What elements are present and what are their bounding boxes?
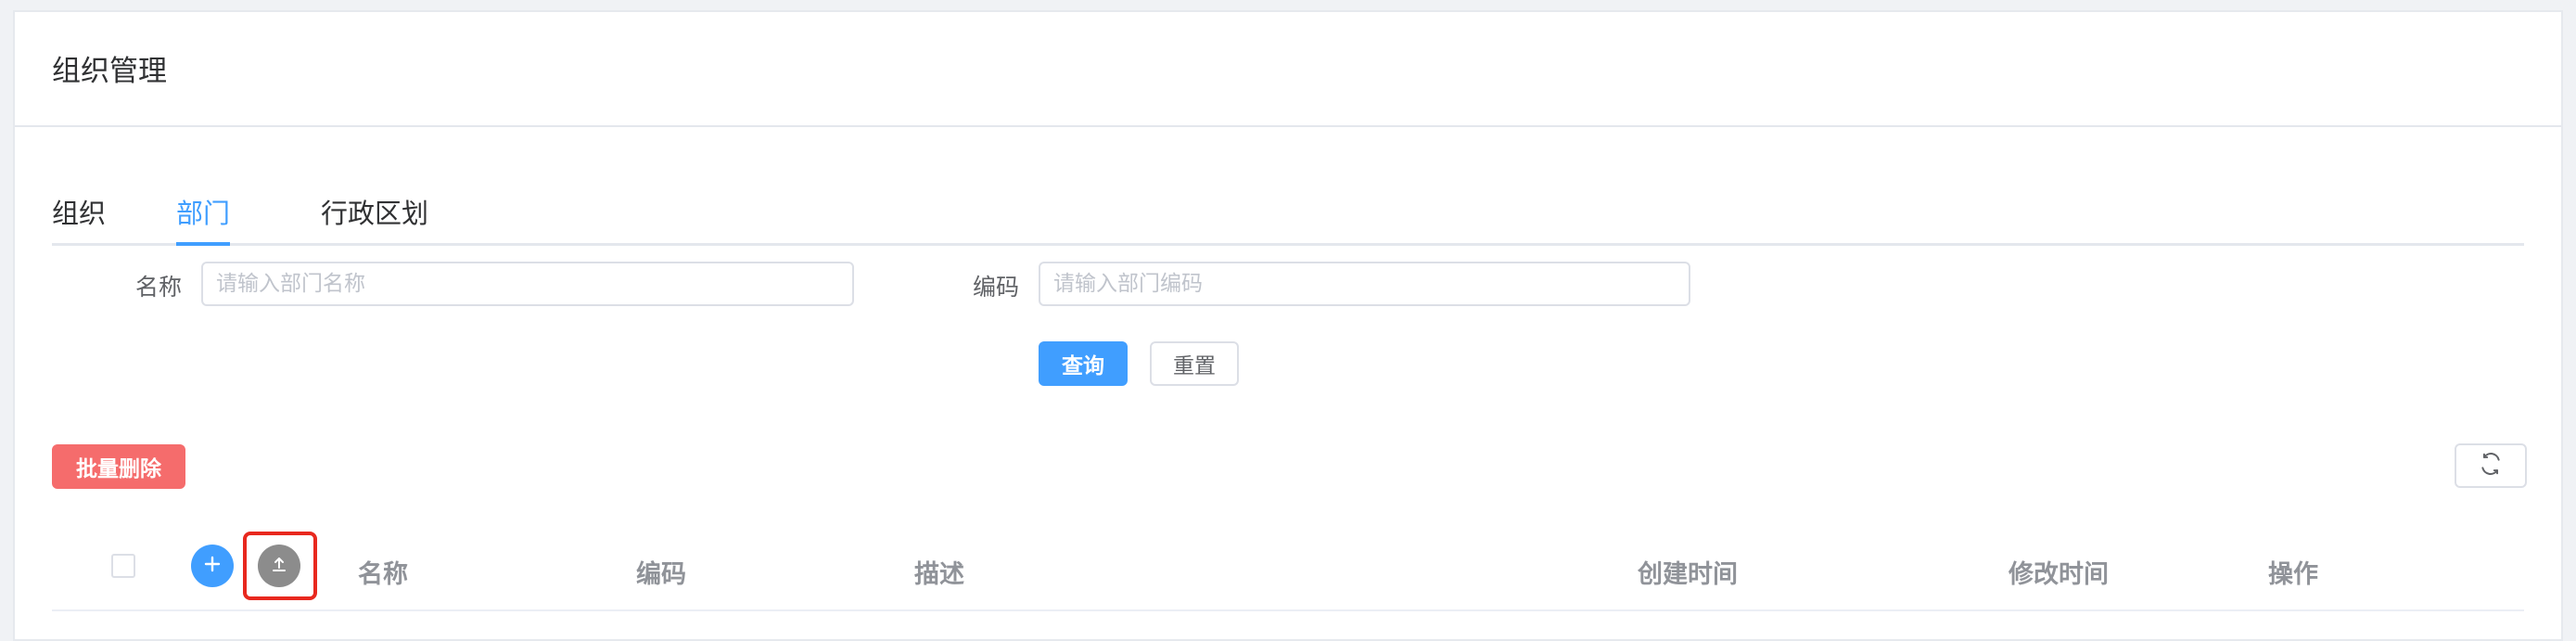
page-title: 组织管理 bbox=[52, 55, 167, 88]
upload-icon bbox=[269, 554, 289, 578]
column-header-name: 名称 bbox=[358, 560, 408, 589]
tabs-divider bbox=[52, 243, 2524, 246]
batch-delete-button[interactable]: 批量删除 bbox=[52, 444, 185, 489]
column-header-code: 编码 bbox=[636, 560, 686, 589]
add-button[interactable] bbox=[191, 545, 234, 587]
code-filter-label: 编码 bbox=[973, 274, 1020, 301]
department-code-input[interactable] bbox=[1039, 262, 1690, 306]
tab-bar: 组织 部门 行政区划 bbox=[52, 175, 2524, 246]
table-header-row: 名称 编码 描述 创建时间 修改时间 操作 bbox=[52, 524, 2524, 611]
select-all-checkbox[interactable] bbox=[111, 554, 135, 578]
tab-organization[interactable]: 组织 bbox=[52, 192, 106, 231]
column-header-modified-time: 修改时间 bbox=[2009, 560, 2109, 589]
main-card: 组织管理 组织 部门 行政区划 名称 编码 查询 重置 批量删除 bbox=[13, 10, 2563, 641]
column-header-created-time: 创建时间 bbox=[1638, 560, 1738, 589]
tab-administrative-division[interactable]: 行政区划 bbox=[321, 192, 428, 231]
refresh-button[interactable] bbox=[2455, 443, 2527, 488]
tab-department[interactable]: 部门 bbox=[176, 192, 230, 231]
column-header-actions: 操作 bbox=[2268, 560, 2318, 589]
column-header-description: 描述 bbox=[914, 560, 964, 589]
plus-icon bbox=[202, 554, 223, 578]
reset-button[interactable]: 重置 bbox=[1150, 341, 1239, 386]
name-filter-label: 名称 bbox=[135, 274, 183, 301]
upload-button[interactable] bbox=[258, 545, 300, 587]
query-button[interactable]: 查询 bbox=[1039, 341, 1128, 386]
card-header: 组织管理 bbox=[15, 12, 2561, 127]
active-tab-indicator bbox=[176, 242, 230, 246]
department-name-input[interactable] bbox=[201, 262, 854, 306]
refresh-icon bbox=[2479, 452, 2503, 480]
